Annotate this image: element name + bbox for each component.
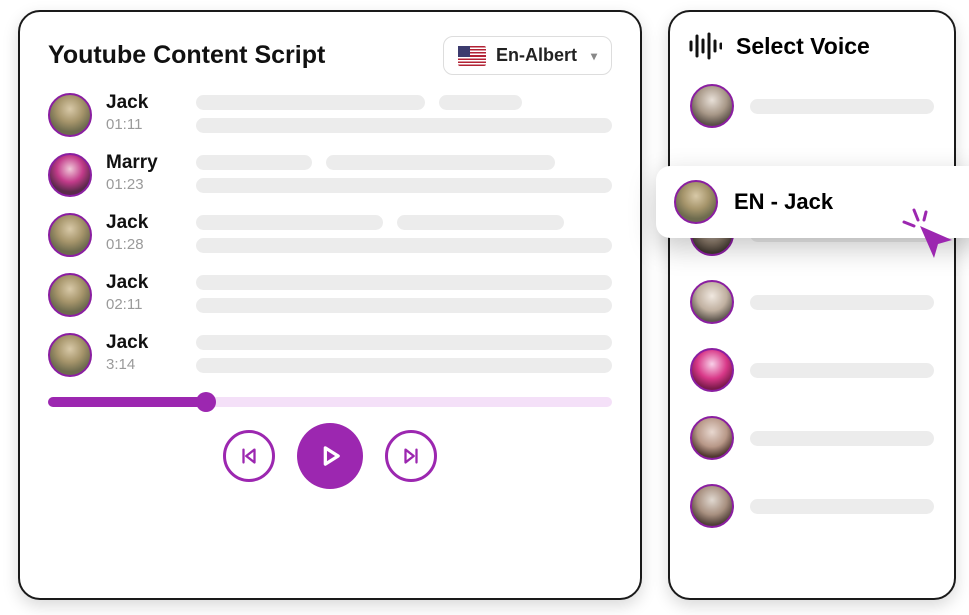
row-meta: Jack 3:14 xyxy=(106,333,182,373)
voice-card: Select Voice xyxy=(668,10,956,600)
script-title: Youtube Content Script xyxy=(48,41,325,70)
chevron-down-icon: ▾ xyxy=(591,49,597,63)
script-row[interactable]: Jack 01:28 xyxy=(48,213,612,257)
avatar xyxy=(690,484,734,528)
voice-item[interactable] xyxy=(688,344,936,396)
row-meta: Marry 01:23 xyxy=(106,153,182,193)
avatar xyxy=(690,84,734,128)
timestamp: 01:23 xyxy=(106,176,182,193)
voice-item[interactable] xyxy=(688,80,936,132)
voice-placeholder xyxy=(750,499,934,514)
progress-fill xyxy=(48,397,206,407)
avatar xyxy=(690,348,734,392)
timestamp: 01:28 xyxy=(106,236,182,253)
text-placeholder xyxy=(196,273,612,313)
avatar xyxy=(48,333,92,377)
voice-item[interactable] xyxy=(688,276,936,328)
script-card: Youtube Content Script En-Albert ▾ Jack … xyxy=(18,10,642,600)
playback-controls xyxy=(48,423,612,489)
voice-item[interactable] xyxy=(688,412,936,464)
timestamp: 01:11 xyxy=(106,116,182,133)
avatar xyxy=(48,93,92,137)
text-placeholder xyxy=(196,153,612,193)
text-placeholder xyxy=(196,333,612,373)
voice-placeholder xyxy=(750,431,934,446)
timestamp: 02:11 xyxy=(106,296,182,313)
speaker-name: Jack xyxy=(106,93,182,114)
voice-placeholder xyxy=(750,363,934,378)
script-row[interactable]: Jack 02:11 xyxy=(48,273,612,317)
row-meta: Jack 02:11 xyxy=(106,273,182,313)
speaker-name: Jack xyxy=(106,213,182,234)
previous-button[interactable] xyxy=(223,430,275,482)
script-row[interactable]: Jack 3:14 xyxy=(48,333,612,377)
speaker-name: Jack xyxy=(106,273,182,294)
timestamp: 3:14 xyxy=(106,356,182,373)
avatar xyxy=(690,280,734,324)
language-selector[interactable]: En-Albert ▾ xyxy=(443,36,612,75)
skip-forward-icon xyxy=(400,445,422,467)
avatar xyxy=(48,213,92,257)
progress-thumb[interactable] xyxy=(196,392,216,412)
selected-voice-label: EN - Jack xyxy=(734,189,833,215)
voice-list xyxy=(688,80,936,532)
text-placeholder xyxy=(196,213,612,253)
speaker-name: Jack xyxy=(106,333,182,354)
script-row[interactable]: Jack 01:11 xyxy=(48,93,612,137)
script-rows: Jack 01:11 Marry 01:23 Jack 01:2 xyxy=(48,93,612,377)
play-button[interactable] xyxy=(297,423,363,489)
avatar xyxy=(48,273,92,317)
voice-header: Select Voice xyxy=(688,32,936,60)
script-header: Youtube Content Script En-Albert ▾ xyxy=(48,36,612,75)
play-icon xyxy=(316,442,344,470)
speaker-name: Marry xyxy=(106,153,182,174)
voice-placeholder xyxy=(750,295,934,310)
avatar xyxy=(674,180,718,224)
row-meta: Jack 01:28 xyxy=(106,213,182,253)
cursor-icon xyxy=(900,206,958,264)
avatar xyxy=(690,416,734,460)
skip-back-icon xyxy=(238,445,260,467)
script-row[interactable]: Marry 01:23 xyxy=(48,153,612,197)
avatar xyxy=(48,153,92,197)
language-label: En-Albert xyxy=(496,45,577,66)
voice-placeholder xyxy=(750,99,934,114)
next-button[interactable] xyxy=(385,430,437,482)
progress-bar[interactable] xyxy=(48,397,612,407)
voice-title: Select Voice xyxy=(736,33,870,60)
voice-item[interactable] xyxy=(688,480,936,532)
waveform-icon xyxy=(688,32,722,60)
row-meta: Jack 01:11 xyxy=(106,93,182,133)
us-flag-icon xyxy=(458,46,486,66)
text-placeholder xyxy=(196,93,612,133)
